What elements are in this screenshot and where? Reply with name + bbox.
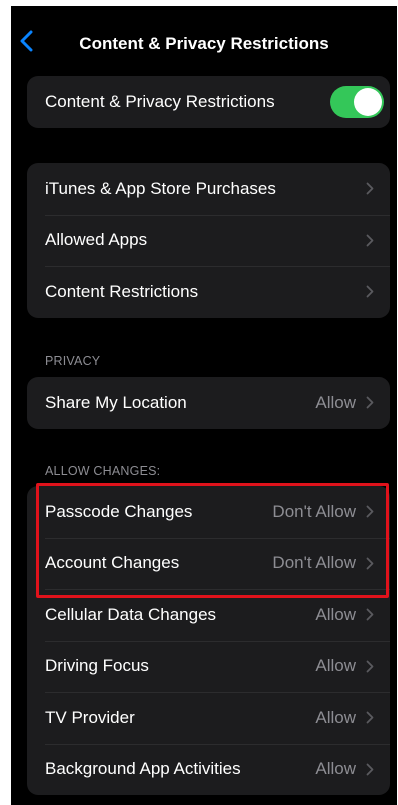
list-item-label: Passcode Changes <box>45 501 193 521</box>
list-item-itunes-app-store[interactable]: iTunes & App Store Purchases <box>27 163 390 215</box>
list-item-label: Driving Focus <box>45 656 149 676</box>
list-item-passcode-changes[interactable]: Passcode Changes Don't Allow <box>27 486 390 538</box>
list-item-label: Cellular Data Changes <box>45 604 217 624</box>
allow-changes-group: Passcode Changes Don't Allow Account Cha… <box>27 486 390 795</box>
list-item-label: iTunes & App Store Purchases <box>45 178 276 198</box>
chevron-right-icon <box>366 711 374 724</box>
list-item-value: Allow <box>315 392 356 412</box>
list-item-value: Don't Allow <box>272 553 356 573</box>
chevron-right-icon <box>366 182 374 195</box>
chevron-right-icon <box>366 608 374 621</box>
list-item-label: Content Restrictions <box>45 281 199 301</box>
master-toggle-label: Content & Privacy Restrictions <box>45 91 275 111</box>
master-toggle-group: Content & Privacy Restrictions <box>27 76 390 128</box>
chevron-right-icon <box>366 557 374 570</box>
list-item-label: Allowed Apps <box>45 230 148 250</box>
navigation-bar: Content & Privacy Restrictions <box>11 6 397 72</box>
list-item-label: Share My Location <box>45 392 187 412</box>
list-item-share-my-location[interactable]: Share My Location Allow <box>27 377 390 429</box>
list-item-driving-focus[interactable]: Driving Focus Allow <box>27 640 390 693</box>
chevron-right-icon <box>366 396 374 409</box>
list-item-label: Background App Activities <box>45 759 241 779</box>
screen: Content & Privacy Restrictions Content &… <box>11 6 397 805</box>
list-item-value: Allow <box>315 656 356 676</box>
chevron-right-icon <box>366 505 374 518</box>
master-toggle-row: Content & Privacy Restrictions <box>27 76 390 128</box>
list-item-cellular-data-changes[interactable]: Cellular Data Changes Allow <box>27 589 390 641</box>
section-header-privacy: PRIVACY <box>45 354 101 368</box>
chevron-right-icon <box>366 660 374 673</box>
content-privacy-toggle[interactable] <box>330 85 384 118</box>
section-header-allow-changes: ALLOW CHANGES: <box>45 464 161 478</box>
list-item-value: Allow <box>315 707 356 727</box>
list-item-value: Allow <box>315 604 356 624</box>
list-item-account-changes[interactable]: Account Changes Don't Allow <box>27 537 390 590</box>
chevron-right-icon <box>366 234 374 247</box>
list-item-value: Don't Allow <box>272 501 356 521</box>
list-item-background-app-activities[interactable]: Background App Activities Allow <box>27 743 390 796</box>
list-item-allowed-apps[interactable]: Allowed Apps <box>27 214 390 267</box>
list-item-value: Allow <box>315 759 356 779</box>
list-item-label: Account Changes <box>45 553 180 573</box>
list-item-label: TV Provider <box>45 707 135 727</box>
page-title: Content & Privacy Restrictions <box>79 34 329 53</box>
store-settings-group: iTunes & App Store Purchases Allowed App… <box>27 163 390 318</box>
list-item-content-restrictions[interactable]: Content Restrictions <box>27 266 390 318</box>
chevron-right-icon <box>366 285 374 298</box>
privacy-group: Share My Location Allow <box>27 377 390 429</box>
chevron-right-icon <box>366 763 374 776</box>
list-item-tv-provider[interactable]: TV Provider Allow <box>27 692 390 744</box>
toggle-knob <box>354 87 382 116</box>
